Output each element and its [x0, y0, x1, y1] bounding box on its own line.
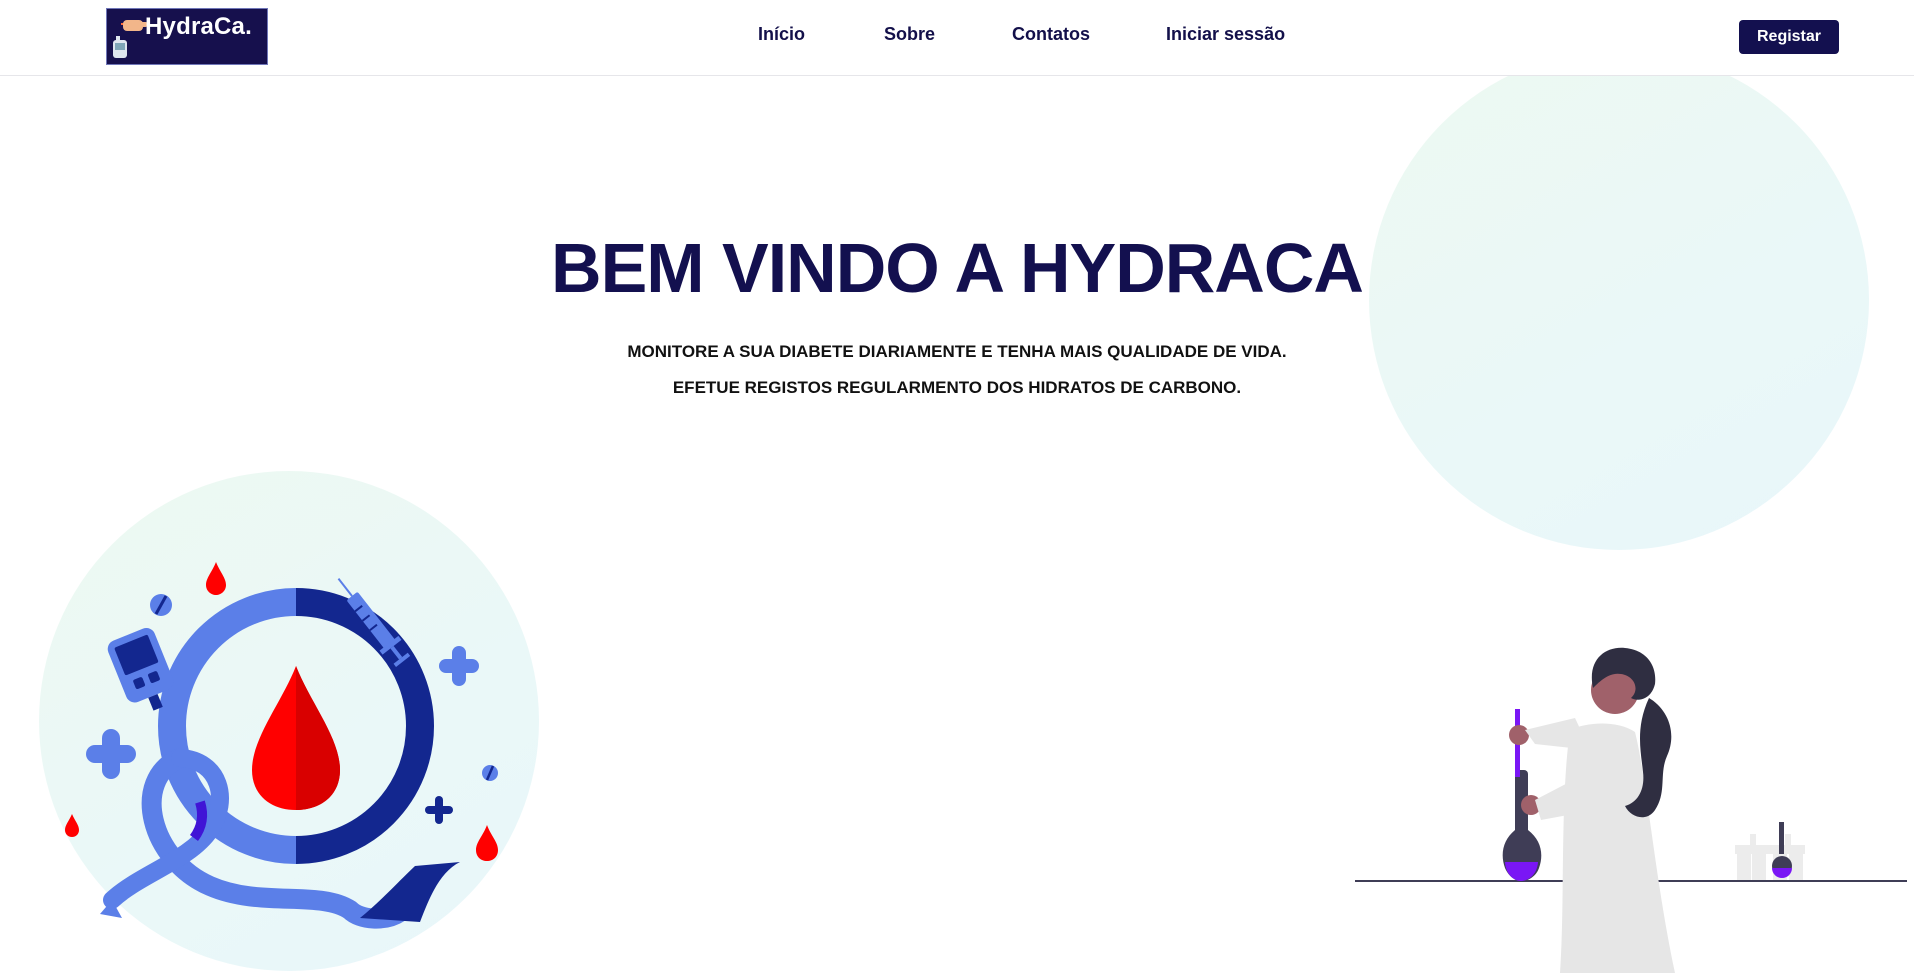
diabetes-care-illustration: [65, 562, 498, 929]
blood-drop-small-left: [65, 814, 79, 837]
pill-icon-right: [482, 765, 498, 781]
hero-subtitle-line-1: MONITORE A SUA DIABETE DIARIAMENTE E TEN…: [627, 342, 1287, 361]
glucose-meter-icon: [113, 36, 127, 58]
plus-icon-left: [86, 729, 136, 779]
blood-drop-small-right: [476, 825, 498, 861]
hero-subtitle-line-2: EFETUE REGISTOS REGULARMENTO DOS HIDRATO…: [672, 378, 1242, 397]
plus-icon-right-top: [439, 646, 479, 686]
upper-hand: [1509, 725, 1529, 745]
nav-link-sobre[interactable]: Sobre: [884, 24, 935, 45]
register-button[interactable]: Registar: [1739, 20, 1839, 54]
top-navbar: HydraCa. Início Sobre Contatos Iniciar s…: [0, 0, 1914, 76]
nav-link-iniciar-sessao[interactable]: Iniciar sessão: [1166, 24, 1285, 45]
hero-title: BEM VINDO A HYDRACA: [551, 229, 1364, 307]
nav-link-inicio[interactable]: Início: [758, 24, 805, 45]
blood-drop-small-top: [206, 562, 226, 595]
pill-icon-left: [150, 594, 172, 616]
brand-name: HydraCa.: [145, 13, 252, 40]
brand-logo[interactable]: HydraCa.: [106, 8, 268, 65]
nav-link-contatos[interactable]: Contatos: [1012, 24, 1090, 45]
blood-drop-icon: [252, 666, 340, 810]
test-tube-rack: [1735, 834, 1805, 880]
plus-icon-right-bottom: [425, 796, 453, 824]
scientist-illustration: [1355, 647, 1907, 973]
